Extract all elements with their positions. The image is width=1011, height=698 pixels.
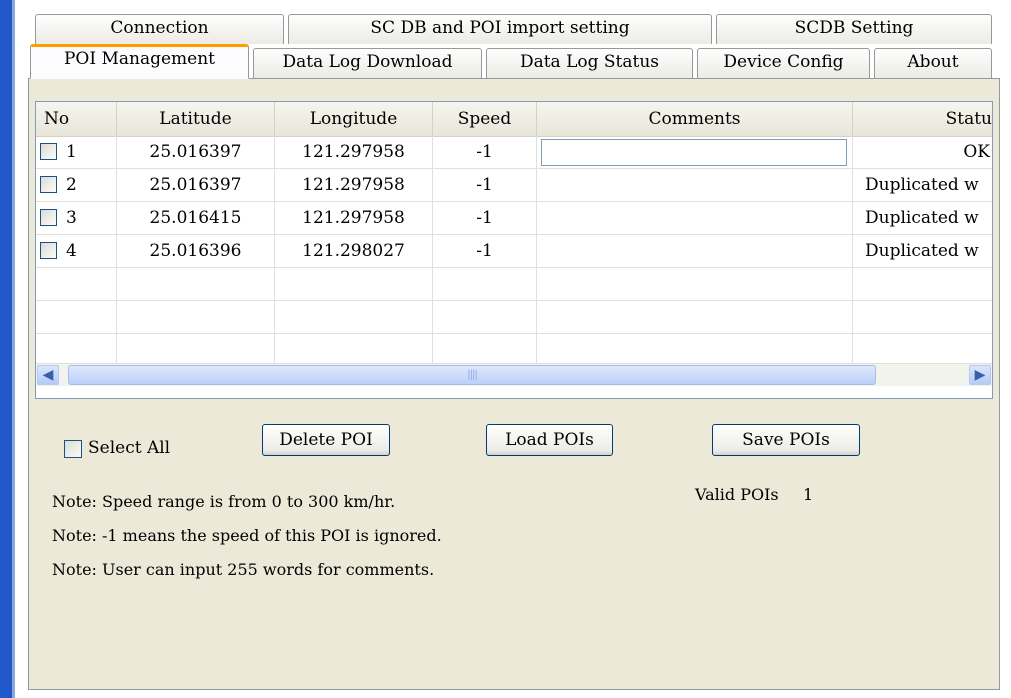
col-header-latitude[interactable]: Latitude (117, 102, 275, 136)
col-header-comments[interactable]: Comments (537, 102, 853, 136)
window-edge-highlight (12, 0, 15, 698)
row-number: 4 (66, 241, 77, 261)
cell-longitude[interactable]: 121.298027 (275, 235, 433, 267)
tab-data-log-download[interactable]: Data Log Download (253, 48, 482, 78)
save-pois-button[interactable]: Save POIs (712, 424, 860, 456)
table-row-empty (36, 268, 992, 301)
horizontal-scrollbar[interactable]: ◀ |||| ▶ (36, 364, 992, 386)
table-row[interactable]: 2 25.016397 121.297958 -1 Duplicated w (36, 169, 992, 202)
scroll-right-icon[interactable]: ▶ (969, 365, 991, 385)
note-comment-length: Note: User can input 255 words for comme… (52, 560, 435, 579)
cell-latitude[interactable]: 25.016397 (117, 136, 275, 168)
cell-comments[interactable] (537, 169, 853, 201)
row-number: 2 (66, 175, 77, 195)
table-row[interactable]: 4 25.016396 121.298027 -1 Duplicated w (36, 235, 992, 268)
tab-data-log-status[interactable]: Data Log Status (486, 48, 693, 78)
table-row[interactable]: 1 25.016397 121.297958 -1 OK (36, 136, 992, 169)
cell-status: OK (963, 142, 990, 162)
col-header-longitude[interactable]: Longitude (275, 102, 433, 136)
row-number: 3 (66, 208, 77, 228)
row-checkbox[interactable] (40, 209, 57, 226)
cell-longitude[interactable]: 121.297958 (275, 169, 433, 201)
cell-speed[interactable]: -1 (433, 235, 537, 267)
col-header-speed[interactable]: Speed (433, 102, 537, 136)
row-checkbox[interactable] (40, 143, 57, 160)
grid-header: No Latitude Longitude Speed Comments Sta… (36, 102, 992, 137)
cell-longitude[interactable]: 121.297958 (275, 202, 433, 234)
cell-no: 3 (36, 202, 117, 234)
cell-speed[interactable]: -1 (433, 169, 537, 201)
cell-comments[interactable] (537, 235, 853, 267)
cell-status: Duplicated w (865, 208, 979, 228)
scrollbar-thumb[interactable]: |||| (68, 365, 876, 385)
cell-latitude[interactable]: 25.016396 (117, 235, 275, 267)
note-speed-ignored: Note: -1 means the speed of this POI is … (52, 526, 442, 545)
valid-pois-count: 1 (803, 485, 814, 504)
cell-speed[interactable]: -1 (433, 136, 537, 168)
scroll-left-icon[interactable]: ◀ (37, 365, 59, 385)
tab-poi-management[interactable]: POI Management (30, 44, 249, 79)
table-row-empty (36, 301, 992, 334)
cell-speed[interactable]: -1 (433, 202, 537, 234)
row-checkbox[interactable] (40, 176, 57, 193)
table-row-empty (36, 334, 992, 364)
valid-pois-label: Valid POIs (695, 485, 779, 504)
row-number: 1 (66, 142, 77, 162)
cell-no: 1 (36, 136, 117, 168)
poi-grid[interactable]: No Latitude Longitude Speed Comments Sta… (35, 101, 993, 399)
select-all-checkbox[interactable] (64, 440, 82, 458)
tab-scdb-poi-import-setting[interactable]: SC DB and POI import setting (288, 14, 712, 44)
comment-edit-field[interactable] (541, 139, 847, 166)
row-checkbox[interactable] (40, 242, 57, 259)
cell-latitude[interactable]: 25.016397 (117, 169, 275, 201)
col-header-no[interactable]: No (36, 102, 117, 136)
tab-scdb-setting[interactable]: SCDB Setting (716, 14, 992, 44)
cell-latitude[interactable]: 25.016415 (117, 202, 275, 234)
window-edge (0, 0, 12, 698)
tab-connection[interactable]: Connection (35, 14, 284, 44)
cell-longitude[interactable]: 121.297958 (275, 136, 433, 168)
col-header-status[interactable]: Statu (853, 102, 992, 136)
cell-no: 4 (36, 235, 117, 267)
cell-status: Duplicated w (865, 175, 979, 195)
tab-device-config[interactable]: Device Config (697, 48, 870, 78)
note-speed-range: Note: Speed range is from 0 to 300 km/hr… (52, 492, 396, 511)
select-all-label[interactable]: Select All (88, 438, 170, 458)
table-row[interactable]: 3 25.016415 121.297958 -1 Duplicated w (36, 202, 992, 235)
cell-status: Duplicated w (865, 241, 979, 261)
load-pois-button[interactable]: Load POIs (486, 424, 613, 456)
cell-no: 2 (36, 169, 117, 201)
cell-comments[interactable] (537, 202, 853, 234)
tab-about[interactable]: About (874, 48, 992, 78)
delete-poi-button[interactable]: Delete POI (262, 424, 390, 456)
